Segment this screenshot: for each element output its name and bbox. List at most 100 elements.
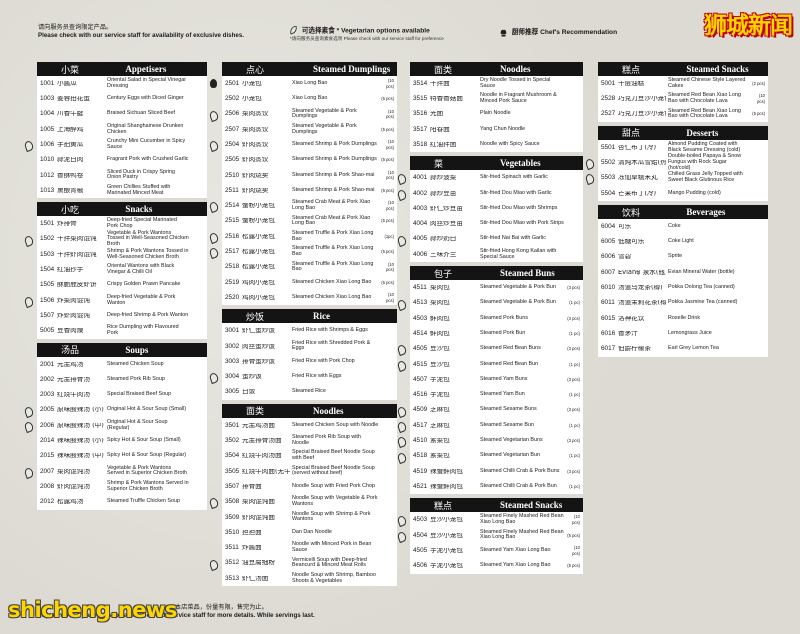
- item-name-cn: 鲜肉包: [430, 330, 450, 337]
- menu-item: 3515 特香香菇面 Noodle in Fragrant Mushroom & M…: [410, 91, 583, 106]
- item-code: 1505: [40, 281, 55, 289]
- item-name-en: Steamed Pork Buns: [480, 314, 528, 321]
- menu-item: 3005 白饭 Steamed Rice: [222, 385, 397, 400]
- menu-item: 2015 辣味酸辣汤 (中) Spicy Hot & Sour Soup (Regu…: [37, 449, 207, 464]
- menu-item: 4513 菜肉包 Steamed Vegetable & Pork Bun (1 pc…: [410, 296, 583, 311]
- item-name-cn: 雪碧: [618, 254, 632, 261]
- item-code: 4509: [413, 406, 428, 414]
- menu-item: 2518 松露小笼包 Steamed Truffle & Pork Xiao Lon…: [222, 260, 397, 275]
- item-name-en: Steamed Sesame Bun: [480, 421, 534, 428]
- item-name-en: Steamed Yam Bun: [480, 391, 525, 398]
- item-name-en: Earl Grey Lemon Tea: [668, 345, 719, 352]
- item-name-cn: 汤道茉莉花茶(樽): [618, 300, 666, 307]
- item-name-en: Stir-fried Dou Miao with Shrimps: [480, 204, 558, 211]
- item-name-cn: 芋泥包: [430, 392, 450, 398]
- menu-item: 4509 芝麻包 Steamed Sesame Buns (3 pcs): [410, 403, 583, 418]
- item-code: 4503: [413, 314, 428, 322]
- item-name-cn: 担担面: [242, 529, 262, 536]
- item-name-en: Noodle Soup with Fried Pork Chop: [292, 482, 375, 489]
- item-name-cn: 蒜泥白肉: [57, 157, 84, 163]
- item-name-cn: 蒜炒豆苗: [430, 190, 457, 197]
- section-header: 糕点 Steamed Snacks: [598, 62, 768, 76]
- menu-item: 6016 香茅汁 Lemongrass Juice: [598, 326, 768, 341]
- item-code: 6007: [601, 268, 616, 276]
- menu-item: 3516 光面 Plain Noodle: [410, 107, 583, 122]
- item-name-cn: 肉丝炒豆苗: [430, 221, 463, 227]
- item-name-en: Steamed Truffle Chicken Soup: [107, 498, 181, 505]
- item-name-en: Steamed Crab Meat & Pork Xiao Long Bao: [292, 199, 371, 212]
- item-code: 1501: [40, 220, 55, 228]
- item-name-en: Green Chillies Stuffed with Marinated Mi…: [107, 184, 171, 196]
- section-title-cn: 炒饭: [246, 312, 265, 323]
- menu-column: 糕点 Steamed Snacks 5001 千层油糕 Steamed Chinese …: [598, 62, 768, 357]
- item-code: 4516: [413, 391, 428, 399]
- item-name-cn: 元盅鸡汤面: [242, 422, 275, 429]
- item-quantity: (1 pc): [569, 330, 580, 336]
- item-name-en: Coke: [668, 222, 681, 229]
- item-quantity: (3 pcs): [567, 376, 580, 382]
- item-code: 2514: [225, 202, 240, 210]
- item-name-en: Vegetable & Pork Wantons Tossed in Well-…: [107, 229, 189, 248]
- item-name-cn: 巧克力豆沙小笼包: [618, 96, 666, 102]
- item-quantity: (1 pc): [569, 361, 580, 367]
- item-name-en: Yang Chun Noodle: [480, 125, 526, 132]
- item-name-cn: 清炖木瓜雪蛤(热): [618, 159, 666, 166]
- item-code: 4518: [413, 452, 428, 460]
- item-quantity: (5 pcs): [381, 96, 394, 102]
- menu-item: 3509 虾肉馄饨面 Noodle Soup with Shrimp & Pork …: [222, 510, 397, 525]
- section-title-cn: 糕点: [622, 65, 641, 76]
- item-code: 5502: [601, 158, 616, 166]
- item-code: 5503: [601, 174, 616, 182]
- item-name-cn: 排骨面: [242, 483, 262, 490]
- section-title-en: Snacks: [125, 204, 153, 215]
- menu-item: 2005 原味酸辣汤 (小) Original Hot & Sour Soup (S…: [37, 403, 207, 418]
- item-name-en: Xiao Long Bao: [292, 95, 328, 102]
- item-name-en: Steamed Red Bean Bun: [480, 360, 539, 367]
- item-code: 3502: [225, 437, 240, 445]
- item-name-en: Braised Sichuan Sliced Beef: [107, 110, 176, 117]
- item-name-cn: 蟹粉小笼包: [242, 203, 275, 209]
- item-name-en: Noodle Soup with Shrimp & Pork Wantons: [292, 510, 371, 523]
- item-name-en: Steamed Vegetable & Pork Bun: [480, 284, 556, 291]
- item-name-en: Fried Rice with Shrimps & Eggs: [292, 327, 368, 334]
- item-name-en: Chilled Grass Jelly Topped with Sweet Bl…: [668, 171, 743, 184]
- item-name-cn: 红烧牛肉汤面: [242, 453, 282, 460]
- section-header: 小吃 Snacks: [37, 202, 207, 217]
- menu-item: 6005 低糖可乐 Coke Light: [598, 234, 768, 249]
- item-quantity: (1 pc): [569, 422, 580, 428]
- section-title-cn: 包子: [434, 269, 453, 280]
- item-name-cn: 阳春面: [430, 126, 450, 133]
- menu-item: 1001 小酱瓜 Oriental Salad in Special Vinegar…: [37, 76, 207, 91]
- item-name-cn: 酥脆鹿皮虾饼: [57, 282, 97, 289]
- item-name-en: Stir-fried Dou Miao with Pork Strips: [480, 220, 564, 227]
- item-code: 3510: [225, 528, 240, 536]
- vegetarian-legend: 可选择素食 * Vegetarian options available *请向…: [290, 25, 515, 43]
- item-name-cn: 炸排骨: [57, 221, 77, 227]
- item-name-cn: 红油拌面: [430, 141, 457, 148]
- item-code: 5001: [601, 79, 616, 87]
- chef-hat-icon: [500, 28, 507, 37]
- item-name-en: Special Braised Beef Noodle Soup with Be…: [292, 449, 375, 462]
- item-name-cn: 松露小笼包: [242, 264, 275, 271]
- menu-item: 1502 干拌菜肉馄饨 Vegetable & Pork Wantons Tosse…: [37, 229, 207, 248]
- section-title-en: Steamed Snacks: [499, 500, 563, 511]
- item-quantity: (1 pc): [569, 453, 580, 459]
- item-code: 1013: [40, 186, 55, 194]
- item-name-cn: 巧克力豆沙小笼包: [618, 111, 666, 118]
- item-quantity: (5 pcs): [752, 111, 765, 117]
- item-code: 3516: [413, 110, 428, 118]
- item-name-cn: 蛋炒饭: [242, 374, 262, 380]
- section-header: 点心 Steamed Dumplings: [222, 62, 397, 76]
- item-code: 3507: [225, 482, 240, 490]
- item-quantity: (5 pcs): [381, 218, 394, 224]
- item-name-cn: 松露小笼包: [242, 249, 275, 255]
- item-name-en: Xiao Long Bao: [292, 79, 328, 86]
- item-code: 4505: [413, 546, 428, 554]
- menu-item: 4516 芋泥包 Steamed Yam Bun (1 pc): [410, 387, 583, 402]
- item-name-en: Sprite: [668, 253, 683, 260]
- item-name-cn: 川香牛腱: [57, 111, 84, 118]
- item-name-cn: 虾肉蒸饺: [242, 157, 269, 163]
- item-name-cn: 豆香肉燥: [57, 328, 84, 334]
- item-name-en: Steamed Shrimp & Pork Shao-mai: [292, 171, 375, 178]
- menu-item: 1012 香酥鸭卷 Sliced Duck in Crispy Spring Oni…: [37, 168, 207, 183]
